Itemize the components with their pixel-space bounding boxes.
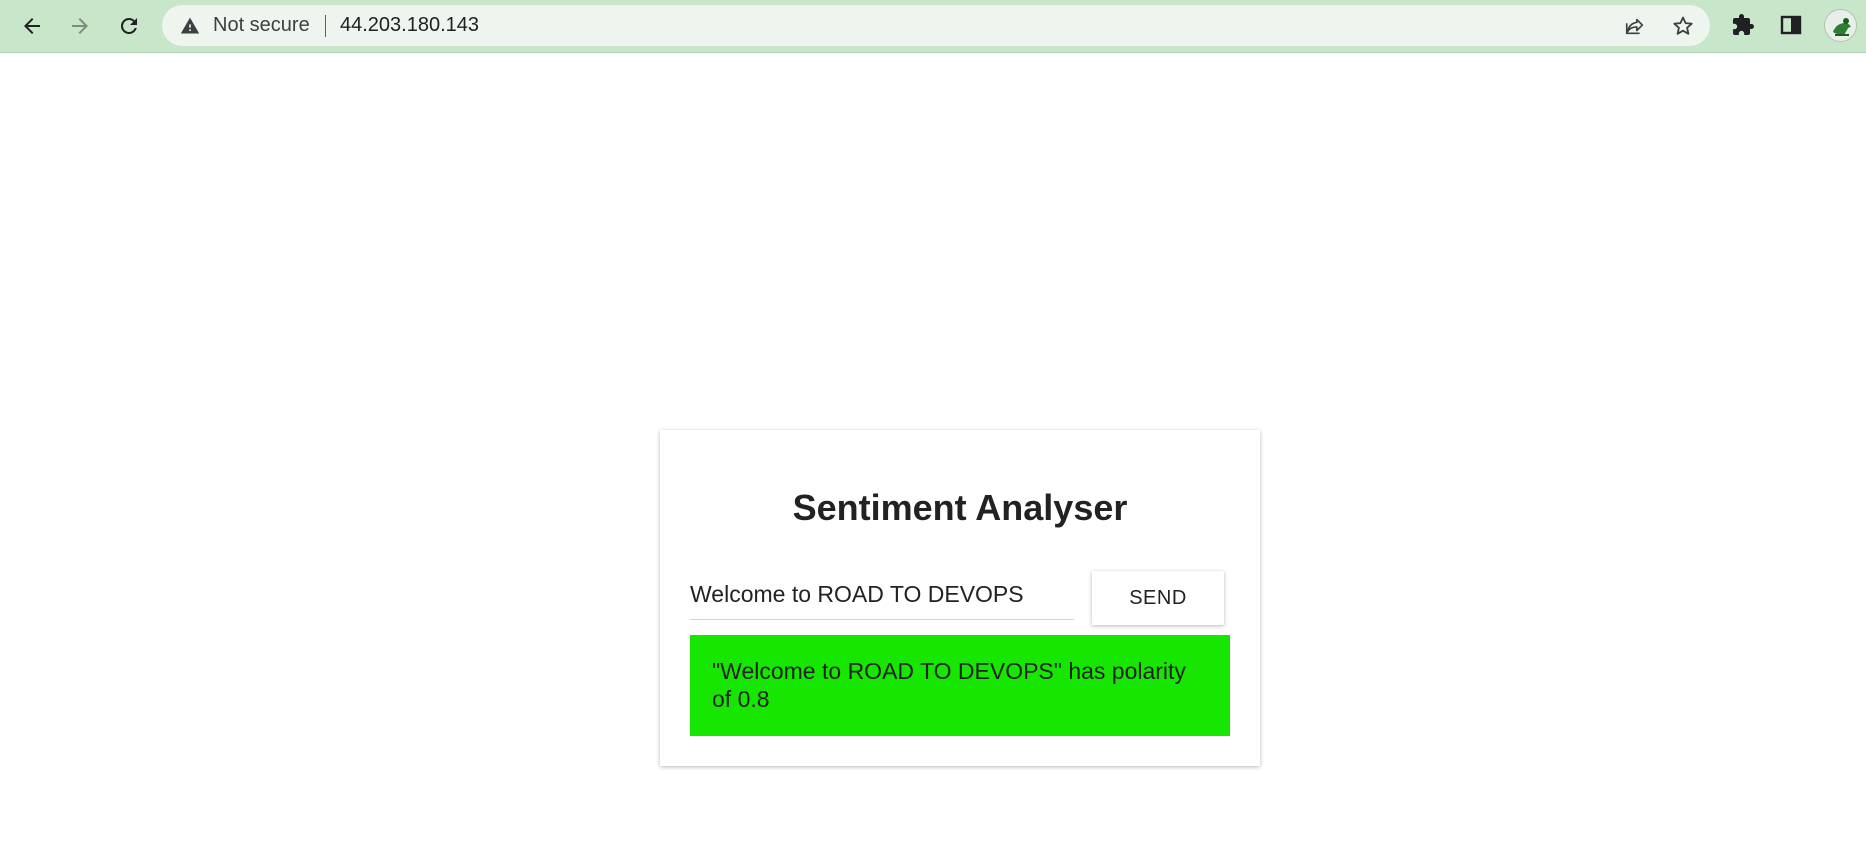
forward-button[interactable] — [62, 8, 98, 44]
text-input[interactable] — [690, 570, 1074, 620]
reload-button[interactable] — [111, 8, 147, 44]
result-message: "Welcome to ROAD TO DEVOPS" has polarity… — [690, 635, 1230, 736]
star-icon[interactable] — [1670, 13, 1696, 39]
warning-triangle-icon[interactable] — [180, 16, 200, 36]
back-button[interactable] — [14, 8, 50, 44]
avatar[interactable] — [1824, 9, 1857, 42]
side-panel-icon[interactable] — [1776, 10, 1806, 40]
back-arrow-icon — [20, 14, 44, 38]
reload-icon — [117, 14, 141, 38]
address-divider — [325, 15, 326, 37]
share-icon[interactable] — [1622, 13, 1648, 39]
puzzle-icon[interactable] — [1728, 10, 1758, 40]
sentiment-card: Sentiment Analyser SEND "Welcome to ROAD… — [660, 430, 1260, 766]
send-button[interactable]: SEND — [1092, 571, 1224, 625]
browser-toolbar: Not secure 44.203.180.143 — [0, 0, 1866, 53]
page-title: Sentiment Analyser — [792, 487, 1128, 528]
forward-arrow-icon — [68, 14, 92, 38]
security-status-label[interactable]: Not secure — [213, 5, 310, 46]
url-text[interactable]: 44.203.180.143 — [340, 5, 479, 46]
address-bar[interactable]: Not secure 44.203.180.143 — [162, 5, 1710, 46]
